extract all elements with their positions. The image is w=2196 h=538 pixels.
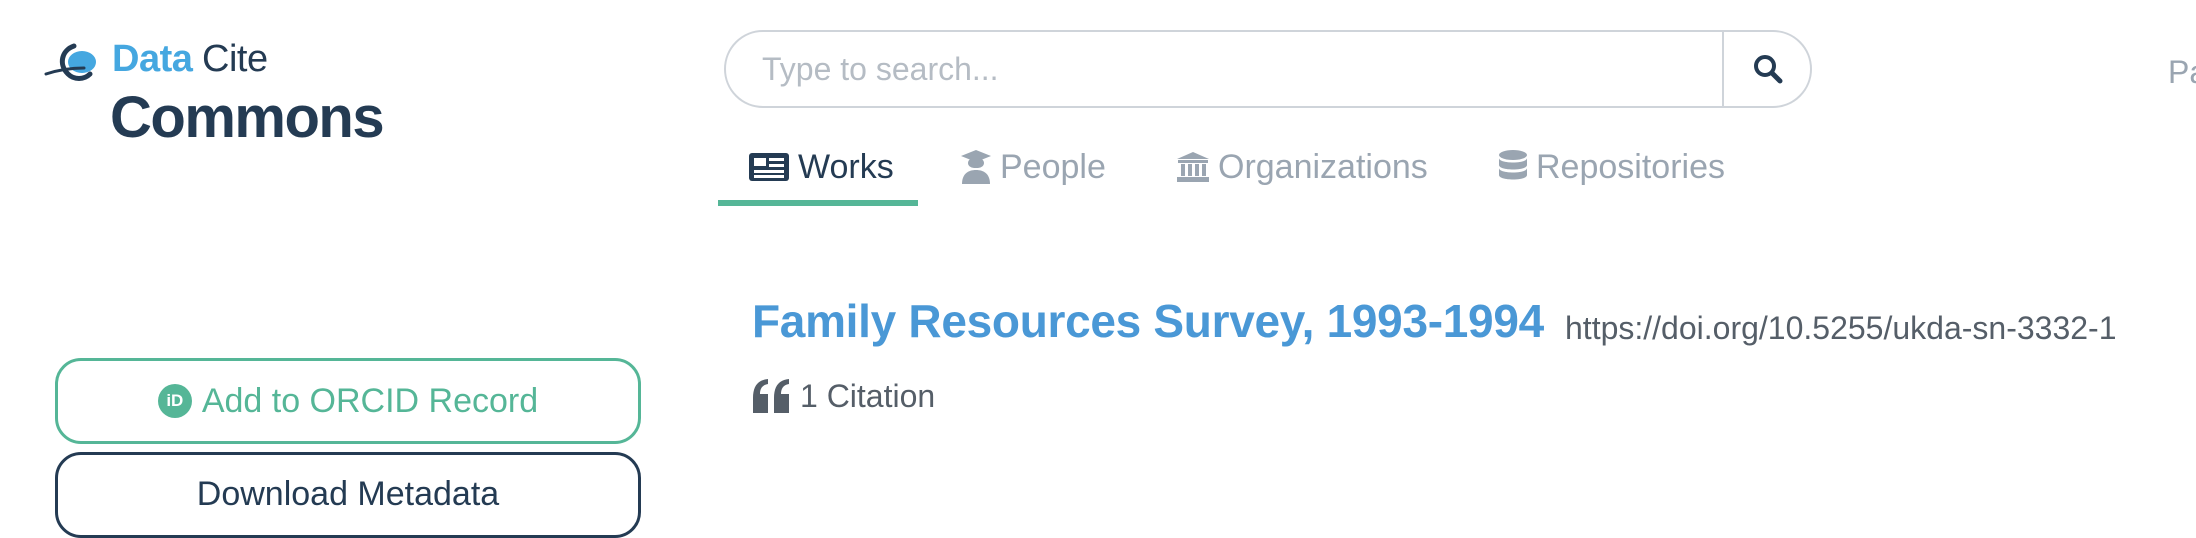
add-to-orcid-label: Add to ORCID Record bbox=[201, 381, 539, 420]
work-title-link[interactable]: Family Resources Survey, 1993-1994 bbox=[752, 294, 1544, 348]
university-icon bbox=[1177, 152, 1209, 182]
search-bar bbox=[724, 30, 1812, 108]
user-graduate-icon bbox=[961, 150, 991, 184]
newspaper-icon bbox=[749, 153, 789, 181]
logo-cite-text: Cite bbox=[202, 38, 268, 80]
active-tab-indicator bbox=[718, 200, 918, 206]
add-to-orcid-button[interactable]: iD Add to ORCID Record bbox=[55, 358, 641, 444]
download-metadata-label: Download Metadata bbox=[196, 475, 500, 513]
tab-people[interactable]: People bbox=[960, 128, 1106, 206]
search-button[interactable] bbox=[1722, 32, 1810, 106]
database-icon bbox=[1499, 150, 1527, 180]
tab-organizations[interactable]: Organizations bbox=[1176, 128, 1428, 206]
datacite-logo[interactable]: Data Cite Commons bbox=[44, 38, 385, 150]
doi-link[interactable]: https://doi.org/10.5255/ukda-sn-3332-1 bbox=[1565, 310, 2116, 347]
datacite-logo-icon bbox=[44, 43, 96, 81]
logo-commons-text: Commons bbox=[110, 85, 385, 150]
search-icon bbox=[1754, 55, 1783, 84]
tab-people-label: People bbox=[1000, 147, 1106, 186]
orcid-icon: iD bbox=[157, 384, 192, 418]
tab-repositories[interactable]: Repositories bbox=[1498, 128, 1725, 206]
tab-repositories-label: Repositories bbox=[1536, 147, 1725, 186]
tab-works[interactable]: Works bbox=[748, 128, 894, 206]
header-nav-link[interactable]: Pa bbox=[2168, 54, 2196, 91]
quote-left-icon bbox=[753, 379, 789, 413]
citation-count[interactable]: 1 Citation bbox=[752, 376, 935, 416]
search-input[interactable] bbox=[726, 32, 1722, 106]
logo-data-text: Data bbox=[112, 38, 193, 80]
tab-works-label: Works bbox=[798, 147, 894, 186]
tab-organizations-label: Organizations bbox=[1218, 147, 1428, 186]
download-metadata-button[interactable]: Download Metadata bbox=[55, 452, 641, 538]
citation-count-label: 1 Citation bbox=[800, 377, 936, 414]
